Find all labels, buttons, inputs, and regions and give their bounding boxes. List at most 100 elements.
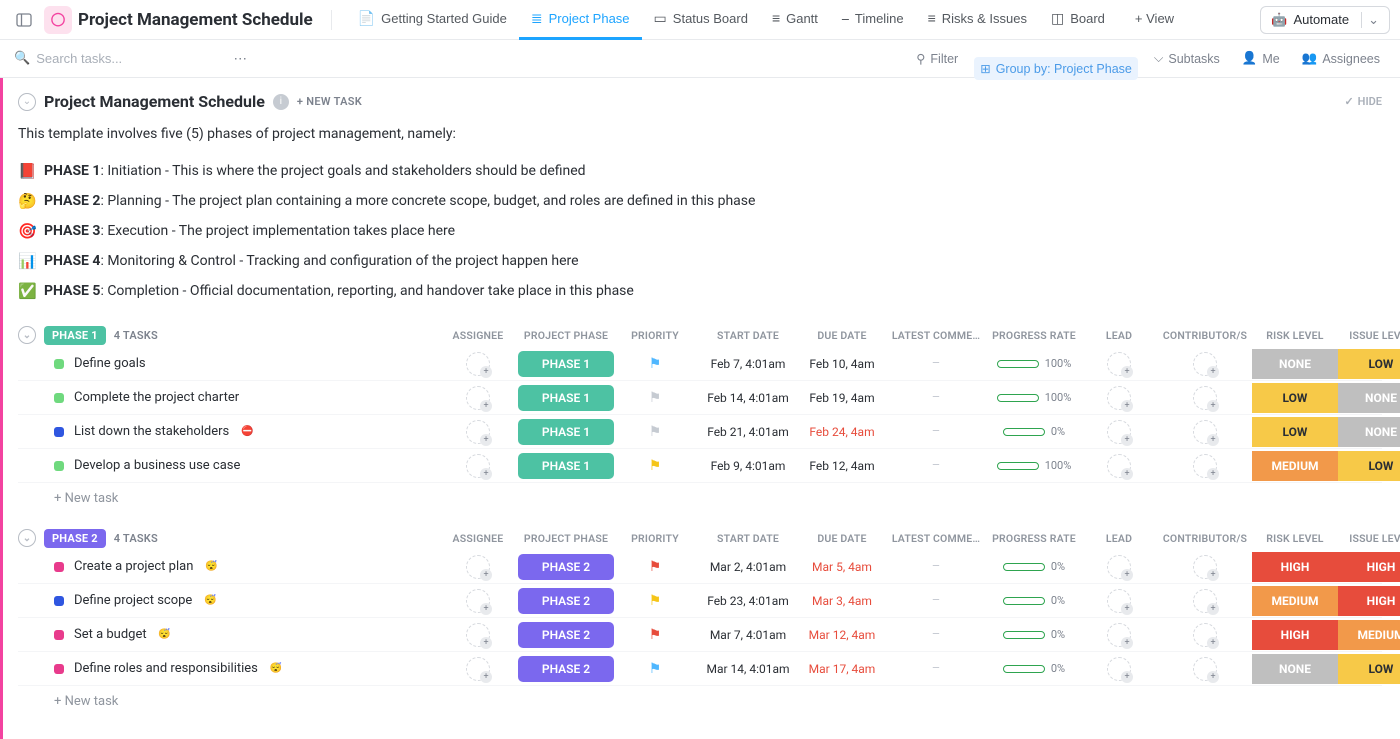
progress-cell[interactable]: 100% [988,357,1080,370]
tab-gantt[interactable]: ≡Gantt [760,0,830,40]
task-name[interactable]: Define goals [74,356,146,371]
search-input[interactable] [36,51,216,66]
phase-cell[interactable]: PHASE 1 [518,419,614,445]
me-button[interactable]: 👤Me [1236,47,1286,70]
automate-button[interactable]: 🤖 Automate ⌄ [1260,6,1390,34]
risk-level[interactable]: LOW [1252,417,1338,447]
empty-avatar-icon[interactable] [1107,420,1131,444]
assignee-cell[interactable] [438,623,518,647]
column-header[interactable]: PRIORITY [614,329,696,342]
group-collapse-icon[interactable]: ⌄ [18,529,36,547]
assignee-cell[interactable] [438,386,518,410]
empty-avatar-icon[interactable] [1107,386,1131,410]
column-header[interactable]: RISK LEVEL [1252,532,1338,545]
task-name[interactable]: Develop a business use case [74,458,240,473]
filter-button[interactable]: ⚲Filter [910,47,964,70]
column-header[interactable]: DUE DATE [800,329,884,342]
group-collapse-icon[interactable]: ⌄ [18,326,36,344]
due-date[interactable]: Mar 5, 4am [800,560,884,574]
column-header[interactable]: PROJECT PHASE [518,532,614,545]
lead-cell[interactable] [1080,657,1158,681]
contributors-cell[interactable] [1158,386,1252,410]
start-date[interactable]: Feb 21, 4:01am [696,425,800,439]
empty-avatar-icon[interactable] [466,555,490,579]
column-header[interactable]: DUE DATE [800,532,884,545]
status-dot-icon[interactable] [54,393,64,403]
contributors-cell[interactable] [1158,589,1252,613]
status-dot-icon[interactable] [54,359,64,369]
tab-status-board[interactable]: ▭Status Board [642,0,760,40]
empty-avatar-icon[interactable] [1107,623,1131,647]
phase-cell[interactable]: PHASE 2 [518,554,614,580]
issue-level[interactable]: HIGH [1338,586,1400,616]
risk-level[interactable]: HIGH [1252,620,1338,650]
phase-cell[interactable]: PHASE 1 [518,453,614,479]
due-date[interactable]: Mar 3, 4am [800,594,884,608]
assignees-button[interactable]: 👥Assignees [1296,47,1386,70]
due-date[interactable]: Feb 24, 4am [800,425,884,439]
new-task-row[interactable]: + New task [18,483,1382,506]
task-name[interactable]: Create a project plan [74,559,193,574]
status-dot-icon[interactable] [54,664,64,674]
column-header[interactable]: ASSIGNEE [438,329,518,342]
priority-flag-icon[interactable]: ⚑ [649,424,662,440]
issue-level[interactable]: LOW [1338,349,1400,379]
empty-avatar-icon[interactable] [1107,657,1131,681]
due-date[interactable]: Feb 19, 4am [800,391,884,405]
progress-cell[interactable]: 0% [988,594,1080,607]
status-dot-icon[interactable] [54,630,64,640]
progress-cell[interactable]: 0% [988,662,1080,675]
group-pill[interactable]: PHASE 2 [44,529,106,548]
risk-level[interactable]: MEDIUM [1252,586,1338,616]
priority-flag-icon[interactable]: ⚑ [649,458,662,474]
empty-avatar-icon[interactable] [1193,454,1217,478]
column-header[interactable]: CONTRIBUTOR/S [1158,532,1252,545]
empty-avatar-icon[interactable] [1193,386,1217,410]
start-date[interactable]: Mar 14, 4:01am [696,662,800,676]
column-header[interactable]: RISK LEVEL [1252,329,1338,342]
task-name[interactable]: Complete the project charter [74,390,239,405]
info-icon[interactable]: i [273,94,289,110]
more-icon[interactable]: ⋯ [226,45,254,73]
tab-timeline[interactable]: ⎯Timeline [830,0,916,40]
issue-level[interactable]: NONE [1338,417,1400,447]
tab-risks-issues[interactable]: ≡Risks & Issues [916,0,1039,40]
task-name[interactable]: List down the stakeholders [74,424,229,439]
empty-avatar-icon[interactable] [1193,555,1217,579]
add-view-button[interactable]: + View [1123,0,1186,40]
lead-cell[interactable] [1080,386,1158,410]
list-title[interactable]: Project Management Schedule [44,92,265,111]
progress-cell[interactable]: 0% [988,628,1080,641]
group-by-button[interactable]: ⊞Group by: Project Phase [974,57,1138,80]
issue-level[interactable]: LOW [1338,654,1400,684]
start-date[interactable]: Feb 9, 4:01am [696,459,800,473]
status-dot-icon[interactable] [54,461,64,471]
progress-cell[interactable]: 100% [988,391,1080,404]
assignee-cell[interactable] [438,420,518,444]
priority-flag-icon[interactable]: ⚑ [649,593,662,609]
lead-cell[interactable] [1080,352,1158,376]
column-header[interactable]: PROJECT PHASE [518,329,614,342]
new-task-button[interactable]: + NEW TASK [297,95,362,108]
latest-comment[interactable]: – [884,627,988,642]
empty-avatar-icon[interactable] [466,589,490,613]
collapse-icon[interactable]: ⌄ [18,93,36,111]
contributors-cell[interactable] [1158,555,1252,579]
priority-flag-icon[interactable]: ⚑ [649,627,662,643]
column-header[interactable]: LATEST COMME… [884,532,988,545]
column-header[interactable]: PRIORITY [614,532,696,545]
progress-cell[interactable]: 100% [988,459,1080,472]
priority-flag-icon[interactable]: ⚑ [649,661,662,677]
column-header[interactable]: ASSIGNEE [438,532,518,545]
task-row[interactable]: Complete the project charter PHASE 1 ⚑ F… [18,381,1382,415]
lead-cell[interactable] [1080,589,1158,613]
contributors-cell[interactable] [1158,420,1252,444]
risk-level[interactable]: HIGH [1252,552,1338,582]
empty-avatar-icon[interactable] [1107,454,1131,478]
lead-cell[interactable] [1080,454,1158,478]
latest-comment[interactable]: – [884,458,988,473]
phase-cell[interactable]: PHASE 1 [518,351,614,377]
task-row[interactable]: Create a project plan 😴 PHASE 2 ⚑ Mar 2,… [18,550,1382,584]
new-task-row[interactable]: + New task [18,686,1382,709]
status-dot-icon[interactable] [54,562,64,572]
